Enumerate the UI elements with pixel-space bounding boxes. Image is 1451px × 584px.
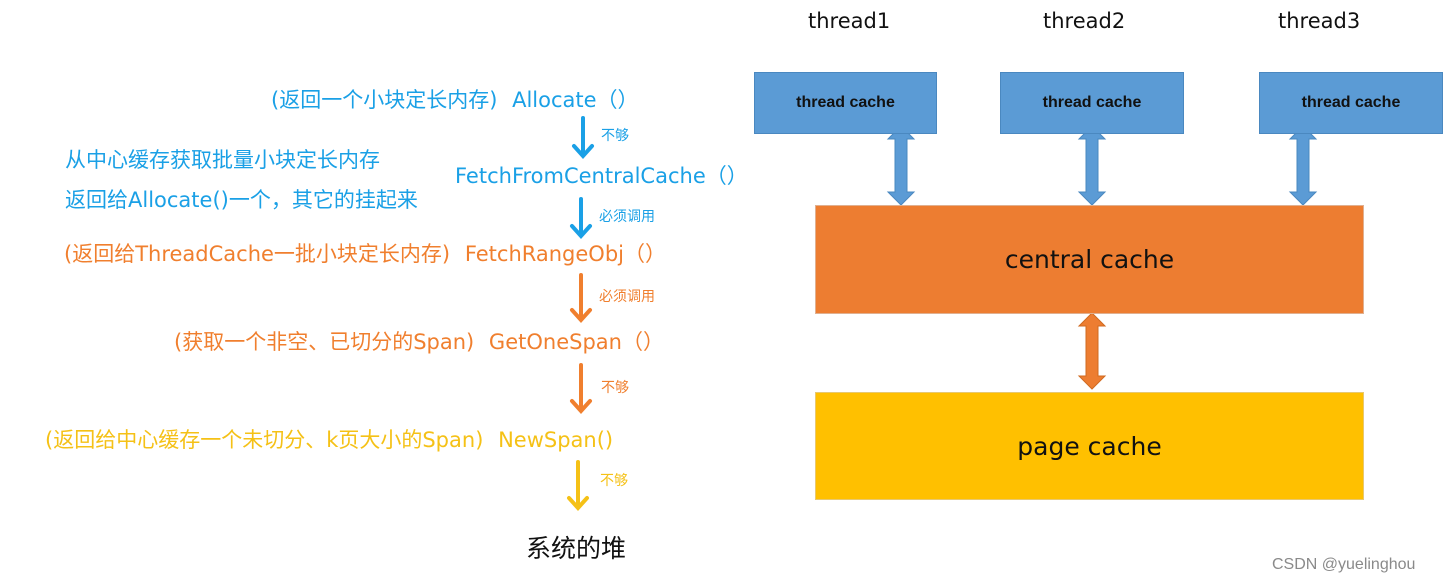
step2-func: FetchFromCentralCache（） bbox=[455, 164, 748, 188]
page-cache-box: page cache bbox=[815, 392, 1364, 500]
step4: (获取一个非空、已切分的Span) GetOneSpan（） bbox=[174, 330, 664, 354]
page-cache-label: page cache bbox=[1017, 431, 1162, 461]
central-cache-label: central cache bbox=[1004, 245, 1175, 274]
step5-func: NewSpan() bbox=[498, 428, 614, 452]
step3: (返回给ThreadCache一批小块定长内存) FetchRangeObj（） bbox=[64, 242, 666, 266]
thread2-label: thread2 bbox=[1043, 9, 1126, 33]
arrow3-label: 必须调用 bbox=[599, 289, 655, 305]
thread-cache-box-1: thread cache bbox=[754, 72, 937, 134]
step1-func: Allocate（） bbox=[512, 88, 639, 112]
central-cache-box: central cache bbox=[815, 205, 1364, 314]
step2-note-line2: 返回给Allocate()一个，其它的挂起来 bbox=[65, 188, 418, 212]
double-arrow-thread3 bbox=[1288, 125, 1318, 206]
thread1-label: thread1 bbox=[808, 9, 891, 33]
thread-cache-box-3: thread cache bbox=[1259, 72, 1443, 134]
step4-func: GetOneSpan（） bbox=[488, 330, 664, 354]
step3-note: (返回给ThreadCache一批小块定长内存) bbox=[64, 242, 451, 266]
step5-note: (返回给中心缓存一个未切分、k页大小的Span) bbox=[45, 428, 484, 452]
flow-arrow-5 bbox=[567, 460, 589, 511]
system-heap-label: 系统的堆 bbox=[526, 534, 627, 563]
step1-note: (返回一个小块定长内存) bbox=[271, 88, 498, 112]
arrow1-label: 不够 bbox=[601, 128, 629, 144]
arrow4-label: 不够 bbox=[601, 380, 629, 396]
step1: (返回一个小块定长内存) Allocate（） bbox=[271, 88, 639, 112]
step5: (返回给中心缓存一个未切分、k页大小的Span) NewSpan() bbox=[45, 428, 613, 452]
flow-arrow-4 bbox=[570, 363, 592, 414]
flow-arrow-2 bbox=[570, 197, 592, 239]
double-arrow-thread2 bbox=[1077, 125, 1107, 206]
flow-arrow-1 bbox=[572, 116, 594, 159]
step4-note: (获取一个非空、已切分的Span) bbox=[174, 330, 475, 354]
thread-cache-label-1: thread cache bbox=[796, 94, 895, 111]
arrow2-label: 必须调用 bbox=[599, 209, 655, 225]
step2-note-line1: 从中心缓存获取批量小块定长内存 bbox=[65, 148, 380, 172]
double-arrow-central-page bbox=[1077, 312, 1107, 390]
thread-cache-label-3: thread cache bbox=[1301, 94, 1401, 111]
thread3-label: thread3 bbox=[1278, 9, 1361, 33]
step3-func: FetchRangeObj（） bbox=[464, 242, 667, 266]
flow-arrow-3 bbox=[570, 273, 592, 323]
arrow5-label: 不够 bbox=[600, 473, 628, 489]
double-arrow-thread1 bbox=[886, 125, 916, 206]
thread-cache-label-2: thread cache bbox=[1042, 94, 1142, 111]
thread-cache-box-2: thread cache bbox=[1000, 72, 1184, 134]
watermark: CSDN @yuelinghou bbox=[1272, 556, 1416, 573]
